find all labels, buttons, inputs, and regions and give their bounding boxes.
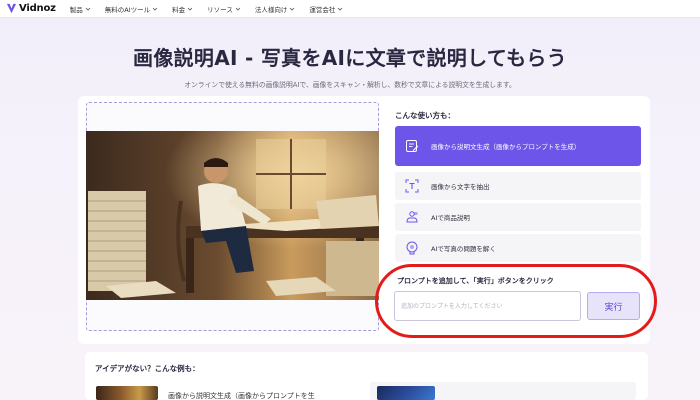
brand-name: Vidnoz: [19, 3, 56, 14]
ideas-section-label: アイデアがない？こんな例も：: [95, 364, 200, 373]
chevron-down-icon: [338, 7, 343, 11]
option-label: 画像から文字を抽出: [431, 183, 490, 191]
nav-item-company[interactable]: 運営会社: [309, 4, 343, 14]
option-label: 画像から説明文生成（画像からプロンプトを生成）: [431, 143, 581, 151]
page-title: 画像説明AI - 写真をAIに文章で説明してもらう: [133, 46, 567, 70]
top-nav: Vidnoz 製品 無料のAIツール 料金 リソース 法人様向け 運営会社: [0, 0, 700, 18]
nav-item-label: 料金: [172, 5, 186, 14]
prompt-input[interactable]: [394, 291, 581, 321]
prompt-label: プロンプトを追加して、「実行」ボタンをクリック: [397, 277, 554, 285]
option-product-description[interactable]: AIで商品説明: [395, 203, 641, 231]
option-extract-text[interactable]: 画像から文字を抽出: [395, 172, 641, 200]
brain-icon: [406, 241, 418, 255]
nav-item-free-ai-tools[interactable]: 無料のAIツール: [105, 4, 158, 14]
brand-logo-icon: [6, 3, 17, 14]
option-image-to-description[interactable]: 画像から説明文生成（画像からプロンプトを生成）: [395, 126, 641, 166]
page-subtitle: オンラインで使える無料の画像説明AIで、画像をスキャン・解析し、数秒で文章による…: [184, 81, 516, 89]
nav-item-label: 運営会社: [309, 5, 336, 14]
illustration-man-writing-icon: [86, 131, 379, 300]
option-label: AIで写真の問題を解く: [431, 245, 496, 253]
edit-note-icon: [406, 140, 419, 152]
nav-item-label: リソース: [207, 5, 233, 14]
chevron-down-icon: [187, 7, 193, 11]
chevron-down-icon: [85, 7, 91, 11]
idea-thumbnail[interactable]: [96, 386, 158, 400]
run-button[interactable]: 実行: [587, 292, 640, 320]
product-icon: [406, 211, 418, 223]
nav-item-label: 法人様向け: [254, 5, 288, 14]
option-label: AIで商品説明: [431, 214, 470, 222]
nav-item-pricing[interactable]: 料金: [172, 4, 193, 14]
brand-logo[interactable]: Vidnoz: [6, 3, 56, 14]
nav-item-label: 製品: [69, 5, 83, 14]
chevron-down-icon: [235, 7, 241, 11]
idea-thumbnail[interactable]: [377, 386, 435, 400]
nav-item-business[interactable]: 法人様向け: [255, 4, 296, 14]
nav-item-label: 無料のAIツール: [104, 5, 151, 14]
usage-section-label: こんな使い方も：: [395, 111, 455, 120]
idea-item-text[interactable]: 画像から説明文生成（画像からプロンプトを生: [168, 391, 358, 400]
option-solve-photo-problem[interactable]: AIで写真の問題を解く: [395, 234, 641, 262]
nav-item-resources[interactable]: リソース: [207, 4, 241, 14]
chevron-down-icon: [152, 7, 158, 11]
text-scan-icon: [405, 179, 419, 193]
chevron-down-icon: [290, 7, 295, 11]
uploaded-image-preview: [86, 131, 379, 300]
nav-item-products[interactable]: 製品: [70, 4, 91, 14]
